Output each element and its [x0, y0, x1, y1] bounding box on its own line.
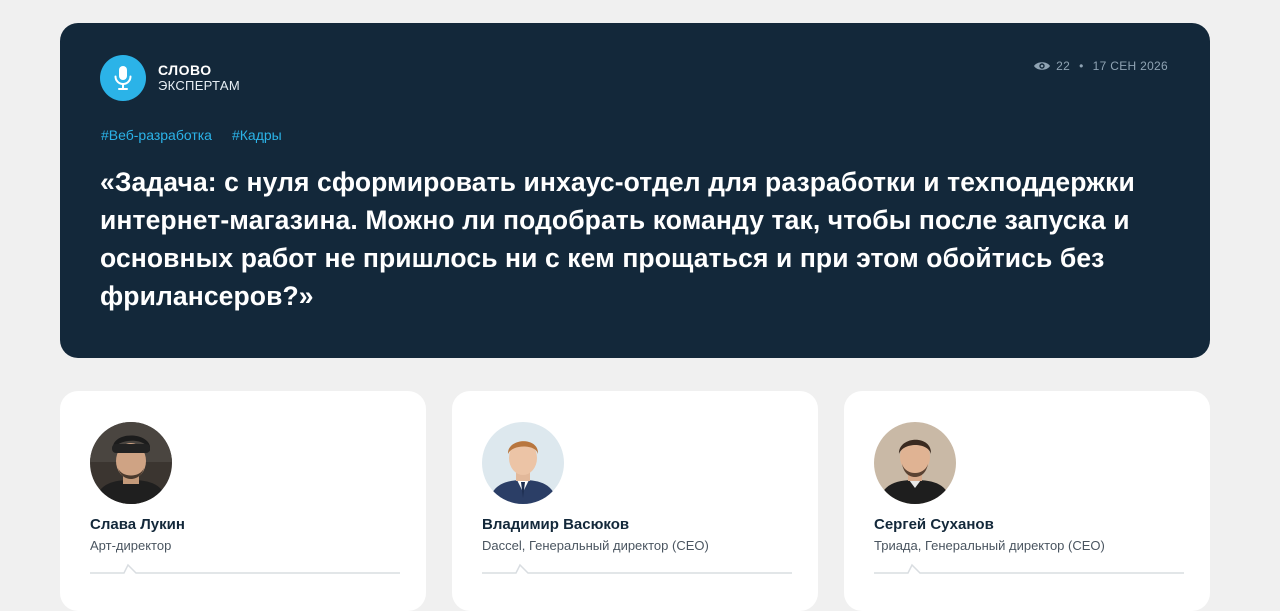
- expert-card[interactable]: Владимир Васюков Daccel, Генеральный дир…: [452, 391, 818, 611]
- eye-icon: [1034, 62, 1051, 70]
- expert-card[interactable]: Сергей Суханов Триада, Генеральный дирек…: [844, 391, 1210, 611]
- question-text: «Задача: с нуля сформировать инхаус-отде…: [100, 167, 1135, 311]
- expert-card[interactable]: Слава Лукин Арт-директор: [60, 391, 426, 611]
- tag-hr[interactable]: #Кадры: [232, 127, 282, 143]
- expert-role: Арт-директор: [90, 538, 172, 553]
- expert-name: Слава Лукин: [90, 516, 185, 533]
- tag-list: #Веб-разработка #Кадры: [101, 127, 282, 143]
- divider-line: [874, 563, 1184, 574]
- tag-web-development[interactable]: #Веб-разработка: [101, 127, 212, 143]
- avatar: [874, 422, 956, 504]
- expert-name: Владимир Васюков: [482, 516, 630, 533]
- post-date: 17 СЕН 2026: [1092, 59, 1168, 73]
- avatar: [90, 422, 172, 504]
- meta-separator: •: [1079, 59, 1084, 73]
- expert-name: Сергей Суханов: [874, 516, 994, 533]
- expert-role: Daccel, Генеральный директор (CEO): [482, 538, 709, 553]
- avatar: [482, 422, 564, 504]
- question-card: СЛОВО ЭКСПЕРТАМ 22 • 17 СЕН 2026 #Веб-ра…: [60, 23, 1210, 358]
- microphone-icon: [100, 55, 146, 101]
- brand-line-2: ЭКСПЕРТАМ: [158, 78, 240, 93]
- brand-line-1: СЛОВО: [158, 62, 212, 78]
- post-meta: 22 • 17 СЕН 2026: [1033, 59, 1168, 73]
- divider-line: [482, 563, 792, 574]
- brand[interactable]: СЛОВО ЭКСПЕРТАМ: [100, 55, 240, 101]
- views-count: 22: [1056, 59, 1071, 73]
- divider-line: [90, 563, 400, 574]
- brand-name: СЛОВО ЭКСПЕРТАМ: [158, 62, 240, 94]
- expert-role: Триада, Генеральный директор (CEO): [874, 538, 1105, 553]
